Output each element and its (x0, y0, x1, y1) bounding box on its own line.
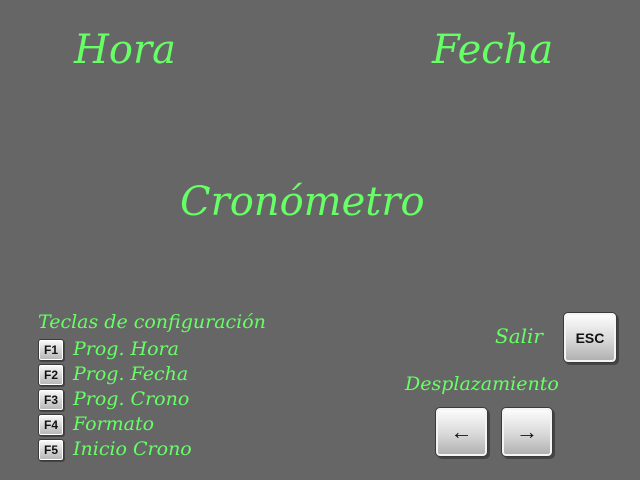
f5-key-label: Inicio Crono (73, 438, 192, 460)
config-keys-title: Teclas de configuración (38, 311, 266, 333)
exit-label: Salir (495, 324, 543, 348)
f4-key[interactable]: F4 (38, 413, 64, 436)
f4-key-label: Formato (73, 413, 155, 435)
f2-key-label: Prog. Fecha (73, 363, 189, 385)
config-key-row-f4: F4 Formato (38, 412, 154, 437)
config-key-row-f3: F3 Prog. Crono (38, 387, 189, 412)
navigation-label: Desplazamiento (405, 373, 559, 395)
config-key-row-f5: F5 Inicio Crono (38, 437, 192, 462)
f1-key-label: Prog. Hora (73, 338, 179, 360)
esc-key[interactable]: ESC (563, 312, 617, 363)
right-arrow-key[interactable]: → (501, 407, 553, 457)
config-key-row-f1: F1 Prog. Hora (38, 337, 179, 362)
f1-key[interactable]: F1 (38, 338, 64, 361)
left-arrow-key[interactable]: ← (435, 407, 488, 457)
f2-key[interactable]: F2 (38, 363, 64, 386)
cronometro-title: Cronómetro (180, 179, 425, 225)
f3-key-label: Prog. Crono (73, 388, 190, 410)
f5-key[interactable]: F5 (38, 438, 64, 461)
fecha-title: Fecha (432, 27, 554, 73)
config-key-row-f2: F2 Prog. Fecha (38, 362, 188, 387)
hora-title: Hora (74, 27, 176, 73)
f3-key[interactable]: F3 (38, 388, 64, 411)
